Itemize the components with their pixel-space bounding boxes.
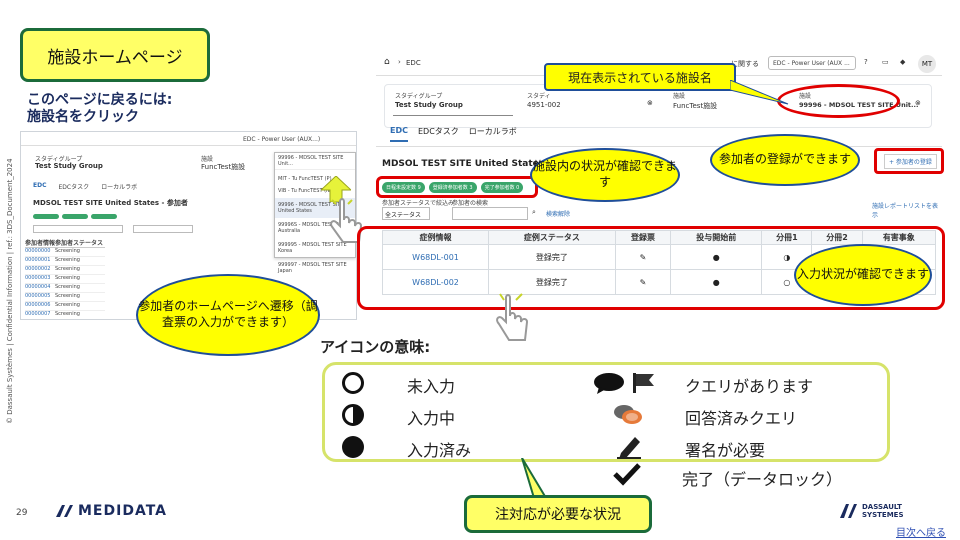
- pencil-icon: [615, 433, 643, 459]
- study-select[interactable]: Test Study Group: [395, 101, 463, 109]
- query-bubble-icon: [593, 371, 627, 395]
- clear-icon[interactable]: ⊗: [647, 99, 653, 107]
- left-filter[interactable]: [33, 225, 123, 233]
- ds-logo-icon: [840, 504, 857, 518]
- add-button-highlight: [874, 148, 944, 174]
- table-row[interactable]: 00000001 Screening: [25, 257, 105, 266]
- table-row[interactable]: 00000003 Screening: [25, 275, 105, 284]
- search-label: 参加者の検索: [452, 200, 489, 207]
- table-row[interactable]: 00000002 Screening: [25, 266, 105, 275]
- study2-label: スタディ: [527, 93, 551, 100]
- left-header-user[interactable]: EDC - Power User (AUX...): [243, 136, 320, 143]
- filled-circle-icon: [341, 435, 365, 459]
- left-site[interactable]: FuncTest施設: [201, 162, 245, 172]
- return-note-line2: 施設名をクリック: [27, 109, 139, 125]
- table-row[interactable]: 00000000 Screening: [25, 248, 105, 257]
- legend-complete: 完了（データロック）: [682, 470, 843, 489]
- answered-query-icon: [613, 403, 643, 427]
- search-input[interactable]: [452, 207, 528, 220]
- search-reset-link[interactable]: 検索解除: [546, 209, 570, 218]
- breadcrumb[interactable]: EDC: [406, 59, 421, 67]
- dropdown-item[interactable]: 99996 - MDSOL TEST SITE Unit...: [275, 153, 355, 170]
- site-name-callout: 現在表示されている施設名: [544, 63, 736, 91]
- left-tab-edc-task[interactable]: EDCタスク: [58, 182, 89, 191]
- dropdown-item[interactable]: 999997 - MDSOL TEST SITE Japan: [275, 258, 355, 278]
- breadcrumb-sep-icon: ›: [398, 58, 401, 66]
- table-row[interactable]: 00000007 Screening: [25, 311, 105, 319]
- left-header: EDC - Power User (AUX...): [21, 132, 356, 146]
- page-number: 29: [16, 508, 28, 518]
- callout-pointer: [521, 458, 548, 499]
- filter-label: 参加者ステータスで絞込み: [382, 200, 455, 207]
- tab-edc-task[interactable]: EDCタスク: [418, 126, 459, 142]
- legend-in-progress: 入力中: [407, 409, 456, 428]
- medidata-logo: MEDIDATA: [54, 503, 167, 519]
- left-col-header: 参加者ステータス: [55, 240, 104, 247]
- copyright: © Dassault Systèmes | Confidential Infor…: [6, 158, 14, 424]
- ds-logo-icon: [56, 505, 73, 517]
- flag-icon: [631, 371, 657, 395]
- tab-edc[interactable]: EDC: [390, 126, 408, 142]
- back-to-toc-link[interactable]: 目次へ戻る: [896, 524, 946, 539]
- site-name-highlight: [777, 84, 900, 118]
- role-select-value: EDC - Power User (AUX ...: [773, 60, 850, 67]
- legend-answered-query: 回答済みクエリ: [685, 409, 798, 428]
- half-circle-icon: [341, 403, 365, 427]
- left-tab-edc[interactable]: EDC: [33, 182, 46, 191]
- clear-icon[interactable]: ⊗: [915, 99, 921, 107]
- legend-entered: 入力済み: [407, 441, 472, 460]
- legend-not-entered: 未入力: [407, 377, 456, 396]
- attention-callout: 注対応が必要な状況: [464, 495, 652, 533]
- empty-circle-icon: [341, 371, 365, 395]
- message-icon[interactable]: ▭: [882, 58, 889, 66]
- add-participant-callout: 参加者の登録ができます: [710, 134, 860, 186]
- left-participant-table: 参加者情報 参加者ステータス 00000000 Screening 0000000…: [25, 238, 105, 319]
- table-row[interactable]: 00000005 Screening: [25, 293, 105, 302]
- participant-home-callout: 参加者のホームページへ遷移（調査票の入力ができます）: [136, 274, 320, 356]
- icons-title: アイコンの意味:: [320, 338, 431, 356]
- role-select[interactable]: EDC - Power User (AUX ...: [768, 56, 856, 70]
- left-study[interactable]: Test Study Group: [35, 162, 103, 170]
- table-row[interactable]: 00000006 Screening: [25, 302, 105, 311]
- site-status-callout: 施設内の状況が確認できます: [530, 148, 680, 202]
- report-link[interactable]: 施設レポートリストを表示: [872, 201, 942, 219]
- left-col-header: 参加者情報: [25, 240, 56, 247]
- hand-cursor-icon: [492, 292, 532, 354]
- legend-query: クエリがあります: [685, 377, 814, 396]
- avatar[interactable]: MT: [918, 55, 936, 73]
- help-icon[interactable]: ?: [864, 58, 868, 66]
- left-page-title: MDSOL TEST SITE United States - 参加者: [33, 199, 188, 207]
- legend-signature: 署名が必要: [685, 441, 766, 460]
- tabs: EDC EDCタスク ローカルラボ: [390, 126, 517, 142]
- notification-icon[interactable]: ◆: [900, 58, 905, 66]
- table-row[interactable]: 00000004 Screening: [25, 284, 105, 293]
- site-select[interactable]: FuncTest施設: [673, 101, 717, 111]
- checkmark-icon: [612, 462, 642, 486]
- left-tabs: EDC EDCタスク ローカルラボ: [33, 182, 137, 191]
- return-note: このページに戻るには: 施設名をクリック: [27, 92, 172, 126]
- search-icon[interactable]: ⌕: [532, 208, 536, 217]
- left-search[interactable]: [133, 225, 193, 233]
- home-icon[interactable]: ⌂: [384, 57, 390, 67]
- input-status-callout: 入力状況が確認できます: [794, 244, 932, 306]
- site-label: 施設: [673, 93, 686, 100]
- left-tab-local-lab[interactable]: ローカルラボ: [101, 182, 137, 191]
- callout-pointer: [730, 80, 789, 105]
- icon-legend: 未入力 入力中 入力済み クエリがあります 回答済みクエリ 署名が必要: [322, 362, 890, 462]
- study2-select[interactable]: 4951-002: [527, 101, 561, 109]
- study-label: スタディグループ: [395, 93, 443, 100]
- left-chips: [33, 214, 117, 219]
- return-note-line1: このページに戻るには:: [27, 92, 173, 108]
- chips-highlight: [376, 176, 538, 198]
- tab-local-lab[interactable]: ローカルラボ: [469, 126, 517, 142]
- dassault-logo: DASSAULT SYSTEMES: [838, 502, 904, 520]
- slide-title: 施設ホームページ: [20, 28, 210, 82]
- status-filter[interactable]: 全ステータス: [382, 207, 430, 220]
